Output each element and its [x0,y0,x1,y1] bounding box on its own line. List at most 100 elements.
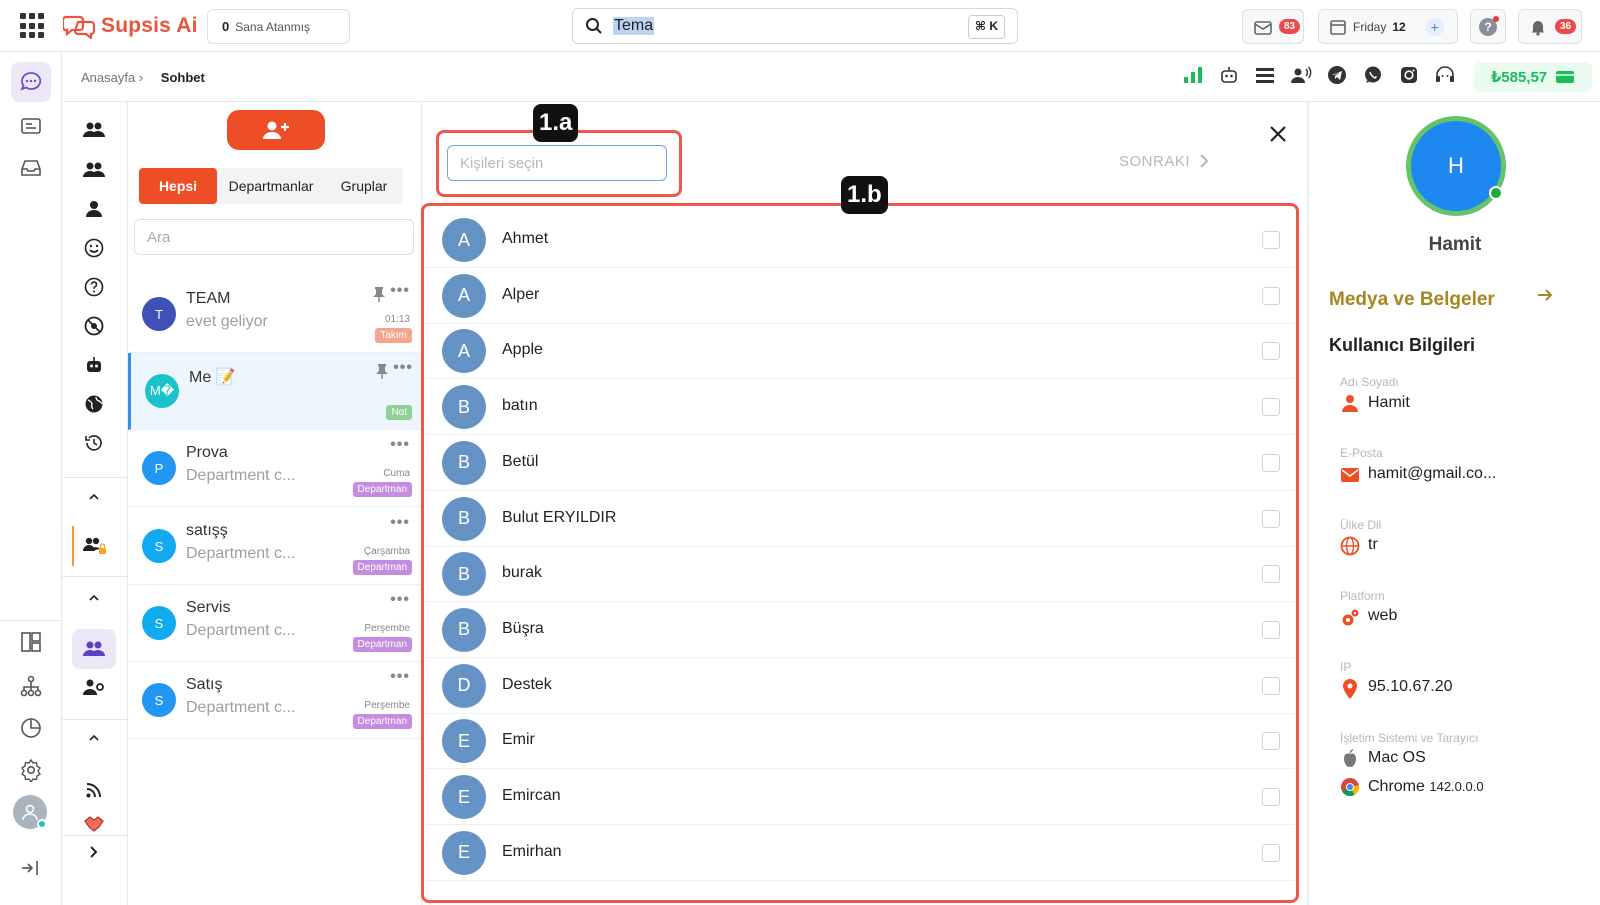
filter-mood[interactable] [72,230,116,266]
filter-blocked[interactable] [72,308,116,344]
channel-icons [1182,64,1456,86]
close-button[interactable] [1266,122,1290,146]
chat-name: Prova [186,444,228,461]
filter-web[interactable] [72,386,116,422]
chat-time: Perşembe [364,700,410,711]
filter-all-users[interactable] [72,112,116,148]
filter-team[interactable] [72,152,116,188]
filter-single-user[interactable] [72,191,116,227]
tab-departments[interactable]: Departmanlar [217,168,325,204]
chat-list-item[interactable]: M� Me 📝 ••• Not [128,353,422,430]
chat-time: Cuma [383,468,410,479]
instagram-icon[interactable] [1398,64,1420,86]
breadcrumb-bar: Anasayfa › Sohbet ₺585,57 [62,52,1600,102]
more-options-icon[interactable]: ••• [393,359,413,377]
more-options-icon[interactable]: ••• [390,282,410,300]
filter-group-settings[interactable] [72,670,116,706]
chat-icon [20,72,42,91]
filter-handshake[interactable] [72,810,116,836]
logo-icon [63,15,96,39]
bell-icon [1531,20,1545,36]
whatsapp-icon[interactable] [1362,64,1384,86]
chevron-right-icon [90,846,98,858]
chat-name: Servis [186,599,231,616]
filter-groups[interactable] [72,629,116,669]
user-avatar[interactable] [13,795,47,829]
collapse-icon [22,861,38,875]
next-button[interactable]: SONRAKI [1119,152,1210,170]
notifications-button[interactable]: 36 [1518,9,1582,44]
rail-reports[interactable] [11,708,51,748]
list-icon[interactable] [1254,64,1276,86]
chat-list-item[interactable]: T TEAM evet geliyor ••• 01:13 Takım [128,276,422,353]
chat-list-item[interactable]: S Servis Department c... ••• Perşembe Departm… [128,585,422,662]
chat-avatar: T [142,297,176,331]
assigned-to-me-button[interactable]: 0 Sana Atanmış [207,9,350,44]
expand-section-1[interactable] [72,479,116,515]
assigned-count: 0 [222,19,230,34]
chat-avatar: S [142,683,176,717]
chat-last-message: Department c... [186,622,296,639]
expand-section-2[interactable] [72,580,116,616]
user-info-title: Kullanıcı Bilgileri [1329,335,1476,355]
media-documents-link[interactable]: Medya ve Belgeler [1329,289,1495,311]
rail-settings[interactable] [11,750,51,790]
expand-section-3[interactable] [72,720,116,756]
annotation-label-1a: 1.a [533,104,579,142]
breadcrumb: Anasayfa › Sohbet [81,70,205,85]
filter-bots[interactable] [72,347,116,383]
pin-icon[interactable] [375,363,389,384]
notifications-badge: 36 [1555,19,1577,34]
filter-private-users[interactable] [72,526,116,566]
day-label: Friday [1353,19,1387,34]
breadcrumb-home[interactable]: Anasayfa [81,70,135,85]
messages-button[interactable]: 83 [1242,9,1304,44]
field-value-ip: 95.10.67.20 [1368,678,1453,695]
chat-list-item[interactable]: Ssatışş Department c... ••• Çarşamba Departm… [128,508,422,585]
global-search-input[interactable]: Tema ⌘ K [572,8,1018,44]
group-icon [83,641,105,656]
day-number: 12 [1392,19,1406,34]
signal-bars-icon[interactable] [1182,64,1204,86]
robot-icon[interactable] [1218,64,1240,86]
apps-grid-icon[interactable] [20,13,46,39]
rail-hierarchy[interactable] [11,666,51,706]
chat-list-item[interactable]: P Prova Department c... ••• Cuma Departman [128,430,422,507]
calendar-button[interactable]: Friday 12 + [1318,9,1458,44]
tab-all[interactable]: Hepsi [139,168,217,204]
chevron-up-icon [89,594,99,601]
telegram-icon[interactable] [1326,64,1348,86]
apple-icon [1340,748,1360,768]
rail-chat[interactable] [11,62,51,102]
field-label-name: Adı Soyadı [1340,375,1399,389]
expand-rail-button[interactable] [72,834,116,870]
rail-archive[interactable] [11,148,51,188]
field-value-name: Hamit [1368,394,1410,411]
more-options-icon[interactable]: ••• [390,436,410,454]
help-button[interactable]: ? [1470,9,1506,44]
tab-groups[interactable]: Gruplar [325,168,403,204]
more-options-icon[interactable]: ••• [390,514,410,532]
rail-contacts[interactable] [11,106,51,146]
add-event-icon[interactable]: + [1425,17,1444,36]
profile-name: Hamit [1428,234,1482,255]
filter-history[interactable] [72,425,116,461]
arrow-right-icon[interactable] [1536,286,1554,309]
balance-badge[interactable]: ₺585,57 [1474,62,1592,92]
more-options-icon[interactable]: ••• [390,591,410,609]
filter-questions[interactable] [72,269,116,305]
top-bar: Supsis Ai 0 Sana Atanmış Tema ⌘ K 83 Fri… [0,0,1600,52]
logo[interactable]: Supsis Ai [63,12,198,40]
rail-collapse[interactable] [11,848,51,888]
user-voice-icon[interactable] [1290,64,1312,86]
pin-icon[interactable] [372,286,386,307]
question-circle-icon [84,277,104,297]
support-headset-icon[interactable] [1434,64,1456,86]
field-value-language: tr [1368,536,1378,553]
chat-search-input[interactable]: Ara [134,219,414,255]
rail-dashboard[interactable] [11,622,51,662]
chat-list-item[interactable]: S Satış Department c... ••• Perşembe Departma… [128,662,422,739]
filter-rss[interactable] [72,772,116,808]
new-chat-button[interactable] [227,110,325,150]
more-options-icon[interactable]: ••• [390,668,410,686]
